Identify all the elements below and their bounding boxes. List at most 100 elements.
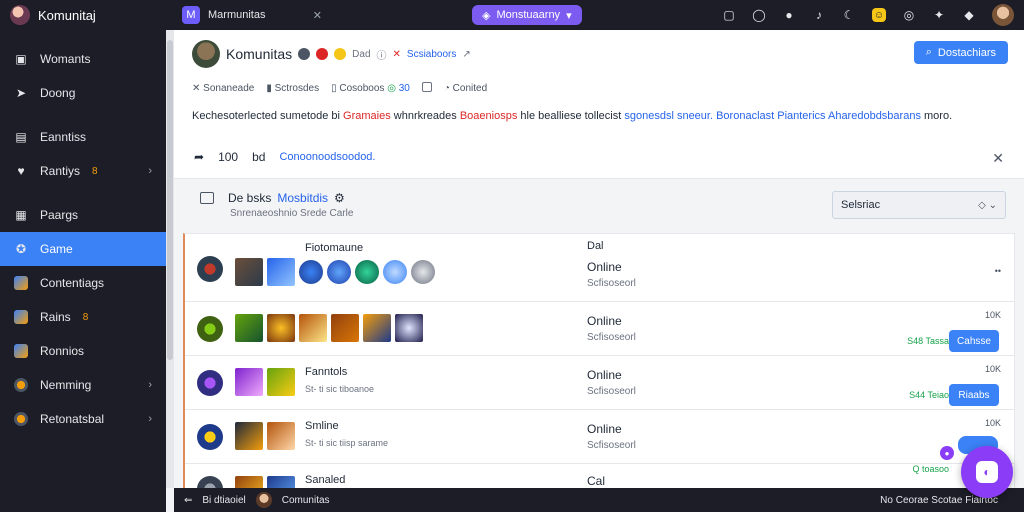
sidebar-item-contentiags[interactable]: Contentiags bbox=[0, 266, 166, 300]
tab-close-icon[interactable]: ✕ bbox=[313, 9, 322, 22]
join-button[interactable]: ⌕ Dostachiars bbox=[913, 41, 1008, 64]
row-status-sub: Scfisoseorl bbox=[587, 440, 636, 451]
meta-item: ▮ Sctrosdes bbox=[266, 83, 320, 94]
community-avatar bbox=[192, 40, 220, 68]
heart-icon: ♥ bbox=[17, 164, 25, 178]
sidebar-item-retonatsbal[interactable]: Retonatsbal › bbox=[0, 402, 166, 436]
row-subtitle: St- ti sic tiisp sarame bbox=[305, 438, 389, 448]
sidebar-item-womants[interactable]: ▣ Womants bbox=[0, 42, 166, 76]
select-value: Selsriac bbox=[841, 199, 881, 211]
row-status-sub: Scfisoseorl bbox=[587, 278, 636, 289]
chat-icon[interactable]: ◯ bbox=[752, 8, 766, 22]
row-title: Sanaled bbox=[305, 474, 346, 486]
sidebar-item-rains[interactable]: Rains 8 bbox=[0, 300, 166, 334]
row-count: 10K bbox=[984, 418, 1001, 428]
table-row[interactable]: Online Scfisoseorl 10K S48 Tassa Cahsse bbox=[185, 302, 1014, 356]
sidebar-item-nemming[interactable]: Nemming › bbox=[0, 368, 166, 402]
sidebar-item-rantiys[interactable]: ♥ Rantiys 8 › bbox=[0, 154, 166, 188]
sidebar-item-label: Game bbox=[40, 242, 73, 256]
chat-fab-button[interactable]: ◐ bbox=[961, 446, 1013, 498]
moon-icon[interactable]: ☾ bbox=[842, 8, 856, 22]
table-row[interactable]: Fiotomaune Dal Online Scfisoseorl •• bbox=[185, 234, 1014, 302]
game-thumbnail[interactable] bbox=[331, 314, 359, 342]
reaction-link[interactable]: Conoonoodsoodod. bbox=[279, 151, 375, 163]
game-thumbnail[interactable] bbox=[383, 260, 407, 284]
diamond-icon[interactable]: ◆ bbox=[962, 8, 976, 22]
settings-icon[interactable]: ⚙ bbox=[334, 191, 345, 205]
game-thumbnail[interactable] bbox=[299, 314, 327, 342]
share-arrow-icon[interactable]: ➦ bbox=[194, 150, 204, 164]
game-thumbnail[interactable] bbox=[267, 258, 295, 286]
filter-select[interactable]: Selsriac ◇ ⌄ bbox=[832, 191, 1006, 219]
row-avatar bbox=[197, 316, 223, 342]
chevron-right-icon: › bbox=[148, 413, 152, 425]
community-link[interactable]: Scsiaboors bbox=[407, 49, 456, 60]
bottom-status: No Ceorae Scotae Fiairtoc bbox=[880, 494, 998, 506]
close-icon[interactable]: ✕ bbox=[992, 150, 1004, 167]
game-thumbnail[interactable] bbox=[235, 314, 263, 342]
game-thumbnail[interactable] bbox=[267, 314, 295, 342]
table-row[interactable]: Fanntols St- ti sic tiboanoe Online Scfi… bbox=[185, 356, 1014, 410]
notification-icon[interactable]: ● bbox=[782, 8, 796, 22]
game-thumbnail[interactable] bbox=[355, 260, 379, 284]
game-thumbnail[interactable] bbox=[327, 260, 351, 284]
row-status: Online bbox=[587, 422, 622, 436]
sidebar-item-eanntiss[interactable]: ▤ Eanntiss bbox=[0, 120, 166, 154]
chevron-down-icon: ◇ ⌄ bbox=[978, 199, 997, 211]
game-thumbnail[interactable] bbox=[235, 258, 263, 286]
game-thumbnail[interactable] bbox=[267, 368, 295, 396]
game-thumbnail[interactable] bbox=[235, 368, 263, 396]
panel-title-link[interactable]: Mosbitdis bbox=[277, 191, 328, 205]
community-tag: Dad bbox=[352, 48, 371, 60]
meta-item[interactable] bbox=[421, 82, 432, 95]
row-thumbnails bbox=[235, 368, 295, 396]
scrollbar-thumb[interactable] bbox=[167, 40, 173, 360]
community-name: Komunitas bbox=[226, 46, 293, 62]
tab-label: Marmunitas bbox=[208, 9, 266, 21]
row-title: Fiotomaune bbox=[305, 242, 364, 254]
sidebar-item-label: Ronnios bbox=[40, 344, 85, 358]
reaction-count-2: bd bbox=[252, 150, 266, 164]
game-thumbnail[interactable] bbox=[395, 314, 423, 342]
table-row[interactable]: Smline St- ti sic tiisp sarame Online Sc… bbox=[185, 410, 1014, 464]
game-thumbnail[interactable] bbox=[299, 260, 323, 284]
ticket-icon[interactable]: ✦ bbox=[932, 8, 946, 22]
tab-marmunitas[interactable]: M Marmunitas ✕ bbox=[182, 6, 322, 24]
row-subtitle: St- ti sic tiboanoe bbox=[305, 384, 375, 394]
table-row[interactable]: Sanaled Cal Q toasoo bbox=[185, 464, 1014, 488]
community-pill-button[interactable]: ◈ Monstuaarny ▾ bbox=[472, 5, 582, 25]
brand[interactable]: Komunitaj bbox=[0, 5, 168, 25]
sidebar-item-label: Retonatsbal bbox=[40, 412, 105, 426]
verified-icon bbox=[298, 48, 311, 60]
sidebar-item-label: Contentiags bbox=[40, 276, 105, 290]
share-icon[interactable]: ↗ bbox=[462, 49, 470, 60]
game-thumbnail[interactable] bbox=[363, 314, 391, 342]
mute-icon[interactable]: ♪ bbox=[812, 8, 826, 22]
game-thumbnail[interactable] bbox=[235, 422, 263, 450]
emoji-icon[interactable]: ☺ bbox=[872, 8, 886, 22]
sidebar-item-game[interactable]: ✪ Game bbox=[0, 232, 166, 266]
panel-title: De bsks Mosbitdis ⚙ bbox=[200, 191, 353, 205]
row-gain: S48 Tassa bbox=[907, 336, 949, 346]
game-thumbnail[interactable] bbox=[411, 260, 435, 284]
sidebar-item-doong[interactable]: ➤ Doong bbox=[0, 76, 166, 110]
row-avatar bbox=[197, 370, 223, 396]
community-header: Komunitas Dad ⓘ ✕ Scsiaboors ↗ bbox=[192, 40, 471, 68]
sidebar-scrollbar[interactable] bbox=[166, 30, 174, 488]
row-action-button[interactable]: Cahsse bbox=[949, 330, 999, 352]
sun-icon bbox=[334, 48, 347, 60]
sidebar-item-paargs[interactable]: ▦ Paargs bbox=[0, 198, 166, 232]
row-action-button[interactable]: Riaabs bbox=[949, 384, 999, 406]
more-icon[interactable]: •• bbox=[995, 266, 1001, 276]
meta-item: ▯ Cosoboos ◎ 30 bbox=[331, 83, 410, 94]
gamepad-icon[interactable]: ◎ bbox=[902, 8, 916, 22]
chevron-right-icon: › bbox=[148, 165, 152, 177]
join-button-label: Dostachiars bbox=[937, 46, 996, 59]
back-arrow-icon[interactable]: ⇐ bbox=[184, 495, 192, 506]
user-avatar[interactable] bbox=[992, 4, 1014, 26]
sidebar-item-ronnios[interactable]: Ronnios bbox=[0, 334, 166, 368]
row-status: Online bbox=[587, 260, 622, 274]
row-thumbnails bbox=[235, 314, 423, 342]
game-thumbnail[interactable] bbox=[267, 422, 295, 450]
bookmark-icon[interactable]: ▢ bbox=[722, 8, 736, 22]
